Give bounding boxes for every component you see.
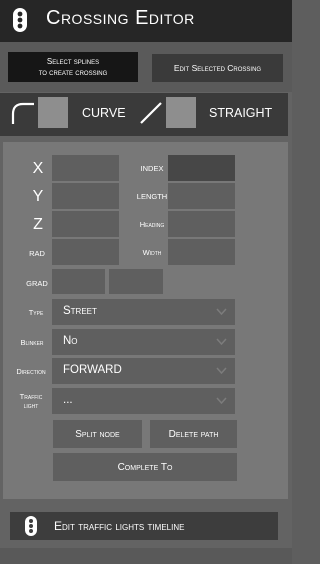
chevron-down-icon — [216, 308, 227, 316]
curve-swatch[interactable] — [38, 97, 68, 128]
grad-field-1[interactable] — [52, 269, 105, 294]
y-field[interactable] — [52, 183, 119, 209]
blinker-value: No — [63, 335, 78, 347]
z-field[interactable] — [52, 211, 119, 237]
width-field[interactable] — [168, 239, 235, 265]
traffic-light-icon — [13, 8, 27, 32]
split-node-button[interactable]: Split node — [53, 420, 142, 448]
heading-field[interactable] — [168, 211, 235, 237]
traffic-light-dropdown[interactable]: ... — [52, 388, 235, 414]
delete-path-button[interactable]: Delete path — [150, 420, 237, 448]
page-title: Crossing Editor — [46, 7, 195, 29]
direction-dropdown[interactable]: FORWARD — [52, 358, 235, 384]
grad-field-2[interactable] — [109, 269, 163, 294]
traffic-light-value: ... — [63, 394, 73, 406]
grad-label: GRAD — [26, 279, 48, 288]
edit-selected-crossing-button[interactable]: Edit Selected Crossing — [152, 54, 283, 82]
traffic-light-label-2: light — [23, 401, 39, 410]
index-field[interactable] — [168, 155, 235, 181]
type-dropdown[interactable]: Street — [52, 299, 235, 325]
select-splines-button[interactable]: Select splines to create crossing — [8, 52, 138, 82]
chevron-down-icon — [216, 397, 227, 405]
blinker-label: Blinker — [20, 338, 44, 347]
curve-icon[interactable] — [10, 100, 36, 126]
length-label: LENGTH — [136, 192, 168, 201]
traffic-light-icon — [25, 516, 37, 536]
straight-label: STRAIGHT — [209, 106, 273, 120]
y-label: Y — [32, 188, 44, 205]
chevron-down-icon — [216, 367, 227, 375]
direction-label: Direction — [16, 367, 46, 376]
select-splines-label-2: to create crossing — [38, 68, 108, 77]
blinker-dropdown[interactable]: No — [52, 329, 235, 355]
complete-to-button[interactable]: Complete To — [53, 453, 237, 481]
straight-line-icon[interactable] — [138, 100, 164, 126]
traffic-light-label: Traffic light — [10, 392, 52, 410]
floor-strip — [0, 548, 292, 564]
x-label: X — [32, 160, 44, 177]
rad-label: RAD — [29, 249, 45, 258]
x-field[interactable] — [52, 155, 119, 181]
z-label: Z — [33, 216, 43, 233]
chevron-down-icon — [216, 338, 227, 346]
type-label: Type — [28, 308, 44, 317]
traffic-light-label-1: Traffic — [19, 392, 43, 401]
type-value: Street — [63, 305, 97, 317]
direction-value: FORWARD — [63, 364, 122, 376]
straight-swatch[interactable] — [166, 97, 196, 128]
length-field[interactable] — [168, 183, 235, 209]
width-label: Width — [142, 248, 162, 257]
timeline-label: Edit traffic lights timeline — [54, 519, 185, 533]
rad-field[interactable] — [52, 239, 119, 265]
index-label: INDEX — [140, 164, 164, 173]
heading-label: Heading — [139, 220, 165, 229]
select-splines-label-1: Select splines — [46, 57, 100, 66]
curve-label: CURVE — [82, 106, 126, 120]
